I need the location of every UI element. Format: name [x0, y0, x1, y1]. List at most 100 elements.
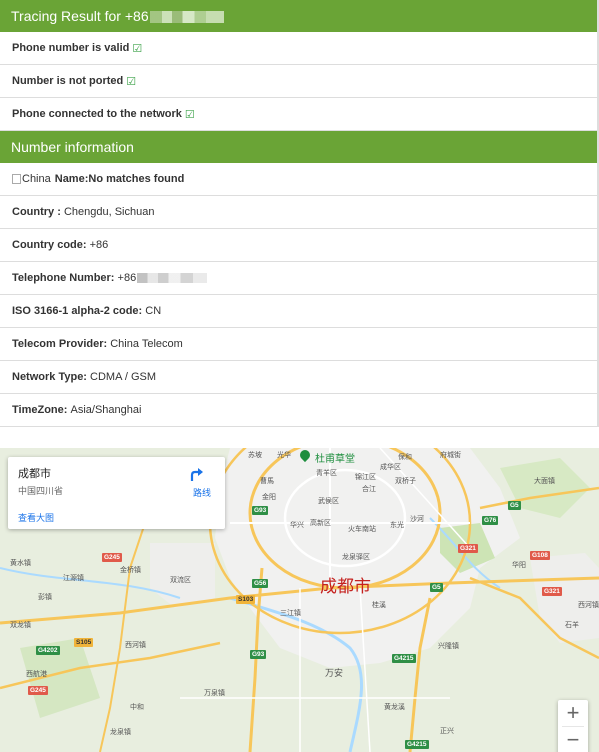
- road-shield: G245: [102, 553, 122, 562]
- iso-row: ISO 3166-1 alpha-2 code: CN: [0, 295, 599, 328]
- road-shield: G4215: [392, 654, 416, 663]
- road-shield: S105: [74, 638, 94, 647]
- timezone-row: TimeZone: Asia/Shanghai: [0, 394, 599, 427]
- road-shield: G76: [482, 516, 499, 525]
- map-place-label: 合江: [362, 486, 376, 493]
- network-row: Network Type: CDMA / GSM: [0, 361, 599, 394]
- iso-value: CN: [145, 305, 162, 317]
- map-place-label: 桂溪: [372, 602, 386, 609]
- zoom-out-button[interactable]: −: [558, 727, 588, 752]
- name-row: China Name: No matches found: [0, 163, 599, 196]
- place-title: 成都市: [18, 468, 51, 480]
- road-shield: G93: [252, 506, 269, 515]
- telephone-value: +86: [117, 272, 137, 284]
- map-place-label: 西河镇: [125, 642, 146, 649]
- timezone-label: TimeZone:: [12, 404, 68, 416]
- provider-value: China Telecom: [110, 338, 183, 350]
- map-place-label: 东光: [390, 522, 404, 529]
- map-place-label: 万泉镇: [204, 690, 225, 697]
- checkbox-icon: ☑: [132, 42, 143, 55]
- redacted-number: [137, 273, 208, 283]
- flag-alt-text: China: [22, 173, 51, 185]
- map-place-label: 中和: [130, 704, 144, 711]
- view-larger-map-link[interactable]: 查看大图: [18, 511, 54, 524]
- timezone-value: Asia/Shanghai: [70, 404, 142, 416]
- map-place-label: 保和: [398, 454, 412, 461]
- map-place-label: 双龙镇: [10, 622, 31, 629]
- checkbox-icon: ☑: [126, 75, 137, 88]
- redacted-number: [149, 11, 224, 24]
- map-place-label: 双流区: [170, 577, 191, 584]
- check-label: Number is not ported: [12, 75, 124, 87]
- road-shield: G5: [430, 583, 443, 592]
- road-shield: G5: [508, 501, 521, 510]
- name-value: No matches found: [88, 173, 185, 185]
- city-label: 成都市: [320, 577, 371, 596]
- map-place-label: 正兴: [440, 728, 454, 735]
- map-place-label: 三江镇: [280, 610, 301, 617]
- map-place-label: 双桥子: [395, 478, 416, 485]
- directions-label[interactable]: 路线: [193, 486, 211, 499]
- network-label: Network Type:: [12, 371, 87, 383]
- country-label: Country :: [12, 206, 61, 218]
- network-value: CDMA / GSM: [90, 371, 157, 383]
- map-place-label: 万安: [325, 668, 344, 678]
- iso-label: ISO 3166-1 alpha-2 code:: [12, 305, 143, 317]
- map-place-label: 江源镇: [63, 575, 84, 582]
- map-place-label: 彭镇: [38, 594, 52, 601]
- place-subtitle: 中国四川省: [18, 486, 64, 496]
- map-place-label: 金阳: [262, 494, 276, 501]
- map-place-label: 青羊区: [316, 470, 337, 477]
- map-place-label: 火车南站: [348, 526, 376, 533]
- check-label: Phone number is valid: [12, 42, 130, 54]
- tracing-title: Tracing Result for +86: [11, 8, 149, 24]
- road-shield: G321: [458, 544, 478, 553]
- country-code-value: +86: [89, 239, 109, 251]
- road-shield: G108: [530, 551, 550, 560]
- map-place-label: 金桥镇: [120, 567, 141, 574]
- map-place-label: 华兴: [290, 522, 304, 529]
- number-info-panel: Number information China Name: No matches…: [0, 131, 599, 427]
- name-label: Name:: [54, 173, 89, 185]
- check-row-valid: Phone number is valid ☑: [0, 32, 599, 65]
- map-place-label: 黄龙溪: [384, 704, 405, 711]
- road-shield: G56: [252, 579, 269, 588]
- road-shield: G4202: [36, 646, 60, 655]
- zoom-in-button[interactable]: +: [558, 700, 588, 726]
- check-row-ported: Number is not ported ☑: [0, 65, 599, 98]
- map-place-label: 锦江区: [355, 474, 376, 481]
- map-place-label: 西河镇: [578, 602, 599, 609]
- map-place-label: 沙河: [410, 516, 424, 523]
- place-info-card: 成都市 中国四川省 查看大图 路线: [8, 457, 225, 529]
- country-value: Chengdu, Sichuan: [63, 206, 155, 218]
- map-place-label: 龙泉镇: [110, 729, 131, 736]
- checkbox-icon: ☑: [184, 108, 195, 121]
- map-place-label: 黄水镇: [10, 560, 31, 567]
- map-place-label: 大面镇: [534, 478, 555, 485]
- map-place-label: 苏坡: [248, 452, 262, 459]
- poi-label[interactable]: 杜甫草堂: [315, 450, 355, 465]
- broken-image-icon: [12, 174, 21, 184]
- map-place-label: 成华区: [380, 464, 401, 471]
- tracing-panel: Tracing Result for +86 Phone number is v…: [0, 0, 599, 131]
- road-shield: G245: [28, 686, 48, 695]
- map-place-label: 龙泉驿区: [342, 554, 370, 561]
- telephone-row: Telephone Number: +86: [0, 262, 599, 295]
- provider-row: Telecom Provider: China Telecom: [0, 328, 599, 361]
- map-place-label: 高新区: [310, 520, 331, 527]
- country-code-label: Country code:: [12, 239, 87, 251]
- country-row: Country : Chengdu, Sichuan: [0, 196, 599, 229]
- telephone-label: Telephone Number:: [12, 272, 115, 284]
- flag-image: China: [12, 173, 51, 185]
- number-info-title: Number information: [11, 139, 134, 155]
- provider-label: Telecom Provider:: [12, 338, 108, 350]
- country-code-row: Country code: +86: [0, 229, 599, 262]
- map-place-label: 西航港: [26, 671, 47, 678]
- road-shield: S103: [236, 595, 256, 604]
- check-row-network: Phone connected to the network ☑: [0, 98, 599, 131]
- map-place-label: 光华: [277, 452, 291, 459]
- map-place-label: 曹馬: [260, 478, 274, 485]
- road-shield: G321: [542, 587, 562, 596]
- map-place-label: 华阳: [512, 562, 526, 569]
- embedded-map[interactable]: 苏坡 光华 府城街 成华区 保和 曹馬 金阳 青羊区 武侯区 锦江区 双桥子 合…: [0, 448, 599, 752]
